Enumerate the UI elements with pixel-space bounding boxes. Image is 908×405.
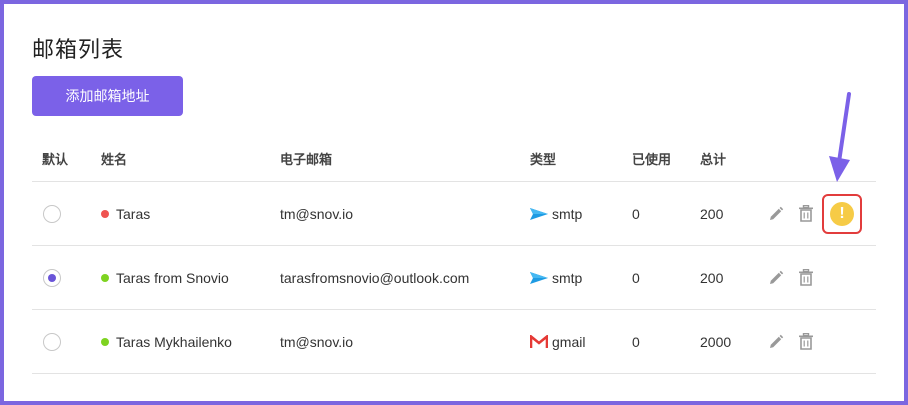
header-name: 姓名 [101, 152, 128, 167]
mailbox-email: tm@snov.io [280, 333, 354, 350]
warning-icon[interactable]: ! [830, 201, 854, 226]
status-dot [101, 337, 109, 346]
default-radio[interactable] [43, 204, 61, 223]
pencil-icon[interactable] [766, 204, 786, 224]
default-radio[interactable] [43, 332, 61, 351]
mailbox-total: 2000 [700, 333, 732, 350]
table-row: Taras from Snovio tarasfromsnovio@outloo… [32, 246, 876, 310]
status-dot [101, 209, 109, 218]
mailbox-used: 0 [632, 205, 640, 222]
row-actions: ! [764, 182, 862, 245]
header-type: 类型 [530, 152, 557, 167]
mailbox-name: Taras Mykhailenko [116, 333, 232, 350]
mailbox-type: smtp [552, 205, 583, 222]
header-default: 默认 [42, 152, 69, 167]
mailbox-name: Taras [116, 205, 151, 222]
mailbox-type: smtp [552, 269, 583, 286]
app-frame: 邮箱列表 添加邮箱地址 默认 姓名 电子邮箱 类型 已使用 总计 Taras t… [0, 0, 908, 405]
mailbox-name: Taras from Snovio [116, 269, 229, 286]
trash-icon[interactable] [796, 268, 816, 288]
mailbox-total: 200 [700, 205, 724, 222]
mailbox-email: tarasfromsnovio@outlook.com [280, 269, 470, 286]
table-header: 默认 姓名 电子邮箱 类型 已使用 总计 [32, 136, 876, 182]
page-title: 邮箱列表 [32, 37, 125, 62]
mailbox-total: 200 [700, 269, 724, 286]
smtp-paper-plane-icon [530, 205, 548, 223]
trash-icon[interactable] [796, 204, 816, 224]
row-actions [764, 246, 816, 309]
header-used: 已使用 [632, 152, 672, 167]
trash-icon[interactable] [796, 332, 816, 352]
header-total: 总计 [700, 152, 727, 167]
pencil-icon[interactable] [766, 268, 786, 288]
gmail-icon [530, 333, 548, 351]
header-email: 电子邮箱 [280, 152, 333, 167]
default-radio[interactable] [43, 268, 61, 287]
table-row: Taras tm@snov.io smtp 0 200 ! [32, 182, 876, 246]
table-row: Taras Mykhailenko tm@snov.io gmail 0 200… [32, 310, 876, 374]
mailbox-used: 0 [632, 269, 640, 286]
mailbox-table: 默认 姓名 电子邮箱 类型 已使用 总计 Taras tm@snov.io sm… [32, 136, 876, 374]
warning-highlight: ! [822, 193, 862, 234]
smtp-paper-plane-icon [530, 269, 548, 287]
mailbox-used: 0 [632, 333, 640, 350]
status-dot [101, 273, 109, 282]
mailbox-email: tm@snov.io [280, 205, 354, 222]
pencil-icon[interactable] [766, 332, 786, 352]
row-actions [764, 310, 816, 373]
mailbox-type: gmail [552, 333, 586, 350]
add-mailbox-button[interactable]: 添加邮箱地址 [32, 76, 183, 116]
